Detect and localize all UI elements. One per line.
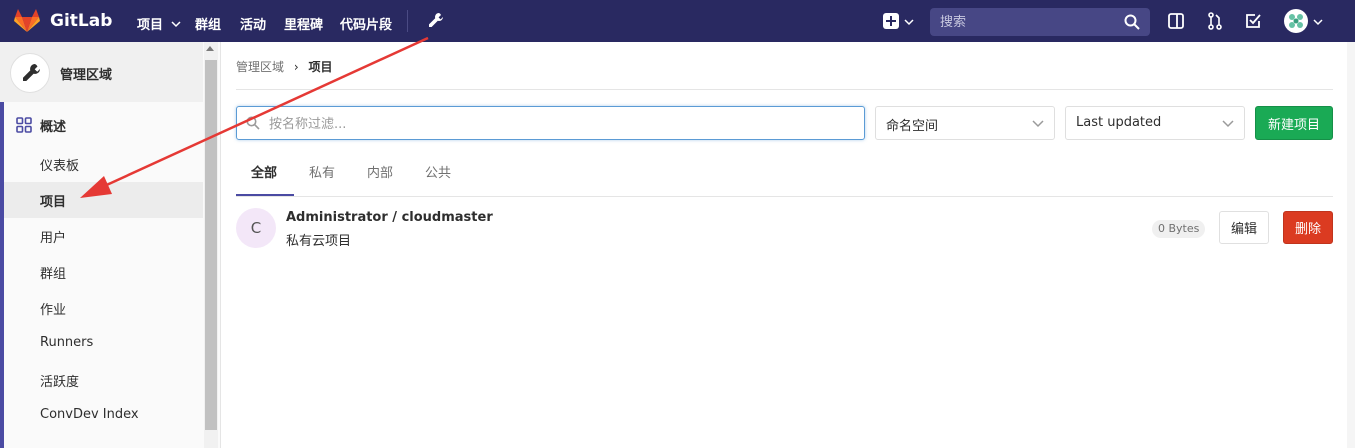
tab-all[interactable]: 全部 — [251, 162, 277, 181]
breadcrumb-separator: › — [293, 60, 299, 74]
sidebar-context-header[interactable]: 管理区域 — [0, 42, 203, 102]
page-scrollbar[interactable] — [1347, 42, 1355, 448]
todo-check-icon[interactable] — [1243, 11, 1263, 31]
divider — [236, 89, 1333, 90]
tab-private[interactable]: 私有 — [309, 162, 335, 181]
edit-project-button[interactable]: 编辑 — [1219, 211, 1269, 244]
project-avatar[interactable]: C — [236, 208, 276, 248]
nav-item-groups[interactable]: 群组 — [195, 14, 221, 33]
wrench-icon — [23, 64, 40, 81]
chevron-down-icon — [1313, 19, 1323, 26]
project-size-badge: 0 Bytes — [1152, 220, 1206, 238]
nav-item-milestones[interactable]: 里程碑 — [284, 14, 323, 33]
gitlab-logo-icon[interactable] — [14, 9, 40, 33]
wrench-icon[interactable] — [425, 11, 445, 31]
brand-name[interactable]: GitLab — [50, 11, 112, 31]
nav-item-projects[interactable]: 项目 — [137, 14, 181, 33]
new-dropdown[interactable] — [882, 12, 916, 32]
search-icon — [1124, 14, 1140, 30]
user-menu[interactable] — [1284, 9, 1326, 35]
sidebar-item-jobs[interactable]: 作业 — [4, 290, 203, 326]
sidebar-section-overview[interactable]: 概述 — [40, 116, 66, 135]
admin-sidebar: 管理区域 概述 仪表板 项目 用户 群组 作业 Runners 活跃度 Conv… — [0, 42, 221, 448]
sidebar-item-groups[interactable]: 群组 — [4, 254, 203, 290]
project-filter[interactable] — [236, 106, 865, 141]
context-avatar — [10, 53, 50, 93]
scroll-up-arrow-icon[interactable] — [206, 46, 214, 51]
plus-square-icon — [883, 13, 899, 29]
divider — [236, 196, 1333, 197]
sort-dropdown-label: Last updated — [1076, 115, 1162, 130]
project-description: 私有云项目 — [286, 234, 352, 249]
sidebar-item-activity[interactable]: 活跃度 — [4, 362, 203, 398]
sidebar-item-convdev-index[interactable]: ConvDev Index — [4, 398, 203, 434]
project-name-link[interactable]: Administrator / cloudmaster — [286, 210, 493, 225]
merge-request-icon[interactable] — [1205, 11, 1225, 31]
nav-item-activity[interactable]: 活动 — [240, 14, 266, 33]
breadcrumb-current[interactable]: 项目 — [308, 60, 332, 74]
nav-divider — [407, 10, 408, 32]
project-filter-input[interactable] — [267, 107, 851, 141]
chevron-down-icon — [171, 21, 181, 28]
sidebar-item-dashboard[interactable]: 仪表板 — [4, 146, 203, 182]
delete-project-button[interactable]: 删除 — [1283, 211, 1333, 244]
sidebar-item-users[interactable]: 用户 — [4, 218, 203, 254]
new-project-button[interactable]: 新建项目 — [1255, 106, 1333, 140]
sidebar-item-projects[interactable]: 项目 — [4, 182, 203, 218]
namespace-dropdown-label: 命名空间 — [886, 119, 939, 134]
search-icon — [246, 116, 260, 130]
context-title: 管理区域 — [60, 68, 113, 83]
sort-dropdown[interactable]: Last updated — [1065, 106, 1245, 140]
tab-internal[interactable]: 内部 — [367, 162, 393, 181]
breadcrumb: 管理区域 › 项目 — [236, 58, 333, 75]
sidebar-item-runners[interactable]: Runners — [4, 326, 203, 362]
sidebar-toggle-icon[interactable] — [1166, 11, 1186, 31]
sidebar-scrollbar-thumb[interactable] — [205, 60, 217, 430]
chevron-down-icon — [904, 19, 914, 26]
global-search[interactable] — [930, 8, 1150, 36]
user-avatar — [1284, 9, 1308, 33]
breadcrumb-parent[interactable]: 管理区域 — [236, 60, 284, 74]
nav-item-snippets[interactable]: 代码片段 — [340, 14, 392, 33]
namespace-dropdown[interactable]: 命名空间 — [875, 106, 1055, 140]
tab-public[interactable]: 公共 — [425, 162, 451, 181]
chevron-down-icon — [1222, 120, 1234, 128]
grid-icon — [16, 117, 32, 133]
chevron-down-icon — [1032, 120, 1044, 128]
global-search-input[interactable] — [930, 8, 1120, 36]
top-navbar: GitLab 项目 群组 活动 里程碑 代码片段 — [0, 0, 1355, 42]
